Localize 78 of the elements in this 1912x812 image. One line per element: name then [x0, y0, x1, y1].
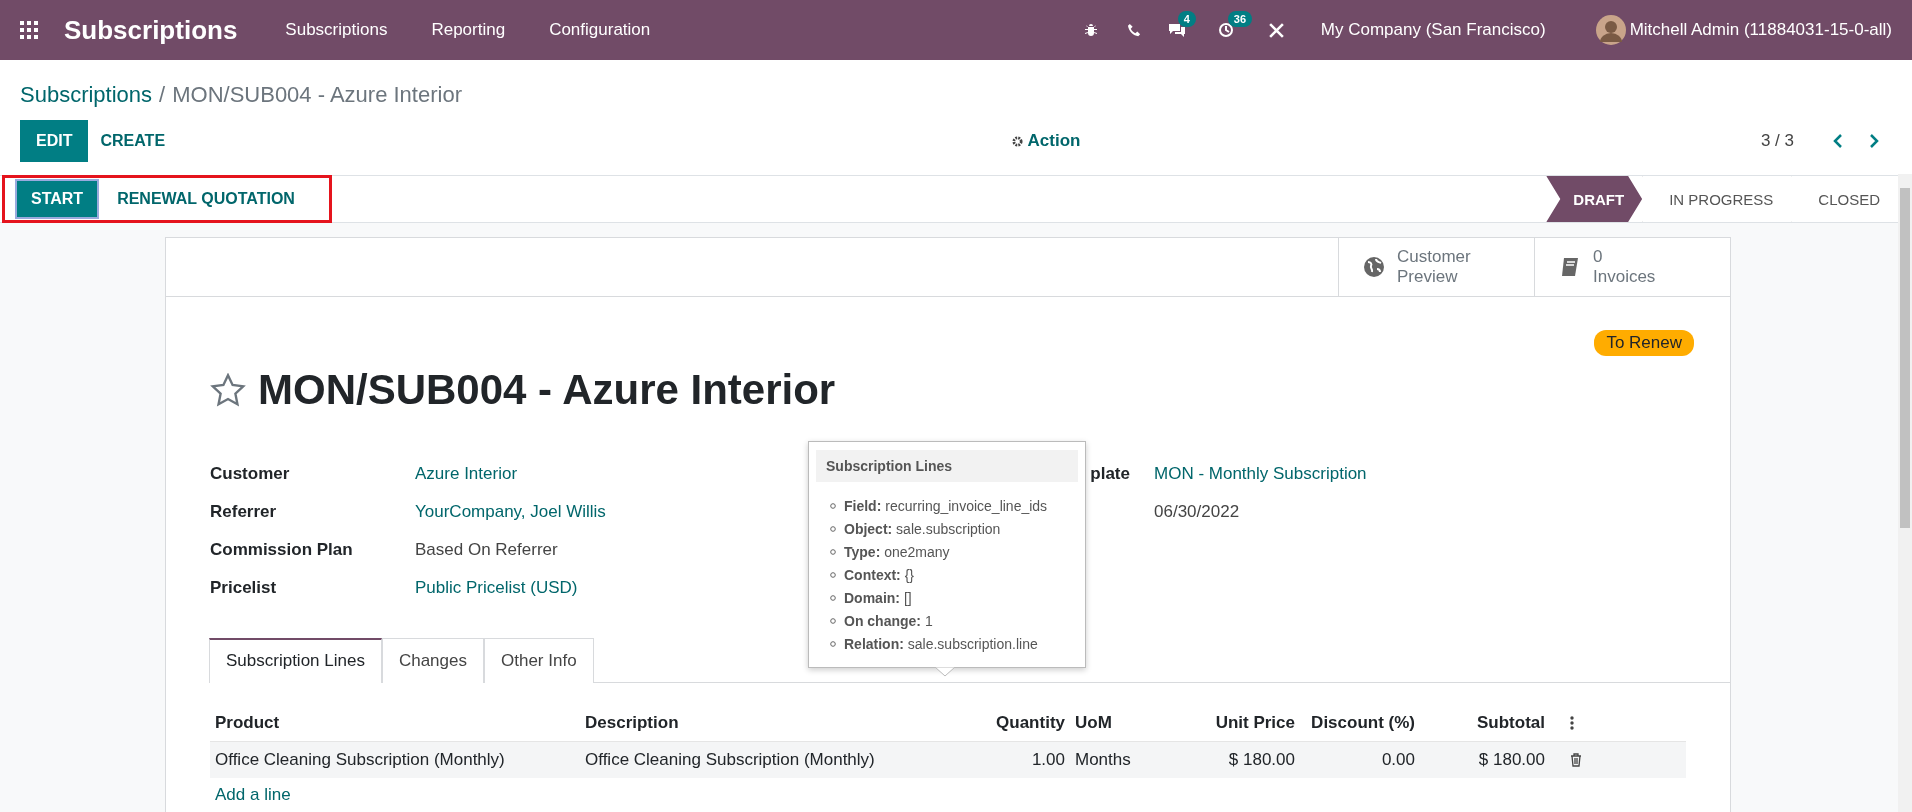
table-cell-text: $ 180.00: [1227, 750, 1296, 770]
bullet-icon: [830, 617, 836, 624]
tab[interactable]: Other Info: [484, 638, 594, 683]
menu-item[interactable]: Configuration: [549, 20, 651, 40]
field-link[interactable]: Azure Interior: [415, 464, 518, 485]
column-header[interactable]: UoM: [1070, 713, 1180, 733]
bug-icon[interactable]: [1082, 22, 1099, 38]
tab[interactable]: Subscription Lines: [209, 638, 382, 683]
table-cell-text: 1.00: [1030, 750, 1066, 770]
tooltip-line: Relation: sale.subscription.line: [844, 635, 1038, 652]
gear-icon: [1011, 135, 1023, 147]
tooltip-line: On change: 1: [844, 612, 933, 629]
bullet-icon: [830, 548, 836, 555]
trash-icon[interactable]: [1570, 753, 1582, 767]
breadcrumb-current: MON/SUB004 - Azure Interior: [172, 82, 462, 108]
field-link[interactable]: YourCompany, Joel Willis: [415, 502, 606, 523]
clock-icon[interactable]: [1217, 22, 1234, 38]
table-cell-text: $ 180.00: [1477, 750, 1546, 770]
column-header[interactable]: Quantity: [950, 713, 1070, 733]
phone-icon[interactable]: [1126, 22, 1142, 38]
tooltip-line: Type: one2many: [844, 543, 950, 560]
stage-step[interactable]: DRAFT: [1546, 176, 1643, 222]
tooltip-line: Domain: []: [844, 589, 912, 606]
tooltip-line: Context: {}: [844, 566, 915, 583]
bullet-icon: [830, 594, 836, 601]
bullet-icon: [830, 502, 836, 509]
tooltip-line: Object: sale.subscription: [844, 520, 1001, 537]
status-badge: To Renew: [1594, 330, 1694, 356]
action-button[interactable]: Action: [1005, 130, 1087, 152]
column-header[interactable]: Subtotal: [1420, 713, 1550, 733]
company-switcher[interactable]: My Company (San Francisco): [1320, 20, 1546, 40]
column-header[interactable]: Unit Price: [1180, 713, 1300, 733]
menu-item[interactable]: Subscriptions: [285, 20, 388, 40]
record-title: MON/SUB004 - Azure Interior: [258, 366, 836, 414]
field-label: Customer: [210, 464, 290, 485]
breadcrumb-link[interactable]: Subscriptions: [20, 82, 153, 108]
table-cell-text: Office Cleaning Subscription (Monthly): [584, 750, 876, 770]
table-cell-text: 0.00: [1380, 750, 1416, 770]
edit-button[interactable]: EDIT: [20, 120, 89, 162]
field-label: Referrer: [210, 502, 277, 523]
chat-icon[interactable]: [1167, 22, 1186, 38]
bullet-icon: [830, 525, 836, 532]
field-link[interactable]: MON - Monthly Subscription: [1154, 464, 1367, 485]
field-label: Commission Plan: [210, 540, 353, 561]
previous-icon[interactable]: [1832, 134, 1844, 148]
field-value: 06/30/2022: [1154, 502, 1240, 523]
start-button[interactable]: START: [17, 180, 98, 217]
more-options-icon[interactable]: [1570, 716, 1574, 730]
table-cell-text: Months: [1074, 750, 1132, 770]
book-icon: [1559, 256, 1581, 278]
column-header[interactable]: Description: [580, 713, 950, 733]
message-count-badge: 4: [1177, 11, 1196, 27]
bullet-icon: [830, 640, 836, 647]
user-menu[interactable]: Mitchell Admin (11884031-15-0-all): [1629, 20, 1892, 40]
globe-icon: [1363, 256, 1385, 278]
column-header[interactable]: Product: [210, 713, 580, 733]
star-icon[interactable]: [210, 373, 246, 407]
menu-item[interactable]: Reporting: [431, 20, 506, 40]
field-value: Based On Referrer: [415, 540, 558, 561]
field-label: plate: [1090, 464, 1130, 483]
table-cell-text: Office Cleaning Subscription (Monthly): [214, 750, 506, 770]
add-line-link[interactable]: Add a line: [210, 778, 296, 812]
bullet-icon: [830, 571, 836, 578]
apps-menu-icon[interactable]: [20, 21, 38, 39]
pager-counter: 3 / 3: [1760, 131, 1794, 151]
scrollbar[interactable]: [1898, 174, 1912, 812]
column-header[interactable]: Discount (%): [1300, 713, 1420, 733]
field-link[interactable]: Public Pricelist (USD): [415, 578, 578, 599]
create-button[interactable]: CREATE: [94, 131, 172, 151]
tooltip-line: Field: recurring_invoice_line_ids: [844, 497, 1048, 514]
field-label: Pricelist: [210, 578, 277, 599]
app-title[interactable]: Subscriptions: [64, 14, 238, 46]
avatar-icon[interactable]: [1595, 15, 1626, 45]
breadcrumb-separator: /: [159, 82, 166, 108]
next-icon[interactable]: [1868, 134, 1880, 148]
activity-count-badge: 36: [1227, 11, 1253, 27]
tooltip-title: Subscription Lines: [816, 450, 1078, 482]
tab[interactable]: Changes: [381, 638, 484, 683]
